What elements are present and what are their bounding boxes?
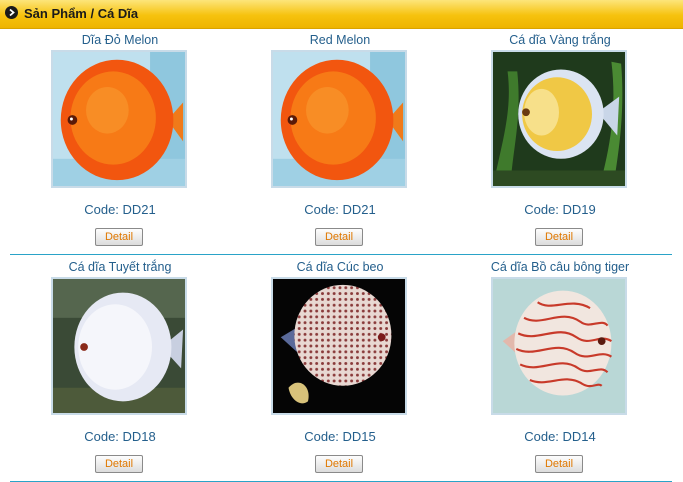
product-image[interactable] <box>271 50 407 188</box>
product-image[interactable] <box>491 50 627 188</box>
detail-button[interactable]: Detail <box>95 455 143 473</box>
detail-button[interactable]: Detail <box>315 455 363 473</box>
product-name[interactable]: Cá dĩa Tuyết trắng <box>10 260 230 274</box>
product-card: Cá dĩa Bồ câu bông tiger Code: DD14 Deta… <box>450 255 670 481</box>
product-card: Cá dĩa Cúc beo Code: DD15 Detail <box>230 255 450 481</box>
product-code: Code: DD19 <box>524 202 596 217</box>
detail-button[interactable]: Detail <box>315 228 363 246</box>
product-code: Code: DD14 <box>524 429 596 444</box>
product-code: Code: DD18 <box>84 429 156 444</box>
product-card: Dĩa Đỏ Melon Code: DD21 Detail <box>10 28 230 254</box>
product-name[interactable]: Cá dĩa Bồ câu bông tiger <box>450 260 670 274</box>
product-row: Cá dĩa Tuyết trắng Code: DD18 Detail Cá … <box>10 255 672 482</box>
detail-button[interactable]: Detail <box>535 228 583 246</box>
product-name[interactable]: Cá dĩa Vàng trắng <box>450 33 670 47</box>
product-card: Cá dĩa Tuyết trắng Code: DD18 Detail <box>10 255 230 481</box>
product-name[interactable]: Red Melon <box>230 33 450 47</box>
chevron-right-icon <box>5 6 18 19</box>
product-code: Code: DD15 <box>304 429 376 444</box>
product-card: Red Melon Code: DD21 Detail <box>230 28 450 254</box>
breadcrumb-title: Sản Phẩm / Cá Dĩa <box>24 6 139 21</box>
detail-button[interactable]: Detail <box>95 228 143 246</box>
detail-button[interactable]: Detail <box>535 455 583 473</box>
product-image[interactable] <box>491 277 627 415</box>
product-image[interactable] <box>51 277 187 415</box>
product-name[interactable]: Cá dĩa Cúc beo <box>230 260 450 274</box>
product-name[interactable]: Dĩa Đỏ Melon <box>10 33 230 47</box>
product-image[interactable] <box>51 50 187 188</box>
product-code: Code: DD21 <box>84 202 156 217</box>
product-grid: Dĩa Đỏ Melon Code: DD21 Detail Red Melon <box>10 28 672 482</box>
section-header: Sản Phẩm / Cá Dĩa <box>0 0 683 29</box>
product-image[interactable] <box>271 277 407 415</box>
product-row: Dĩa Đỏ Melon Code: DD21 Detail Red Melon <box>10 28 672 255</box>
product-card: Cá dĩa Vàng trắng Code: DD19 Detail <box>450 28 670 254</box>
product-code: Code: DD21 <box>304 202 376 217</box>
